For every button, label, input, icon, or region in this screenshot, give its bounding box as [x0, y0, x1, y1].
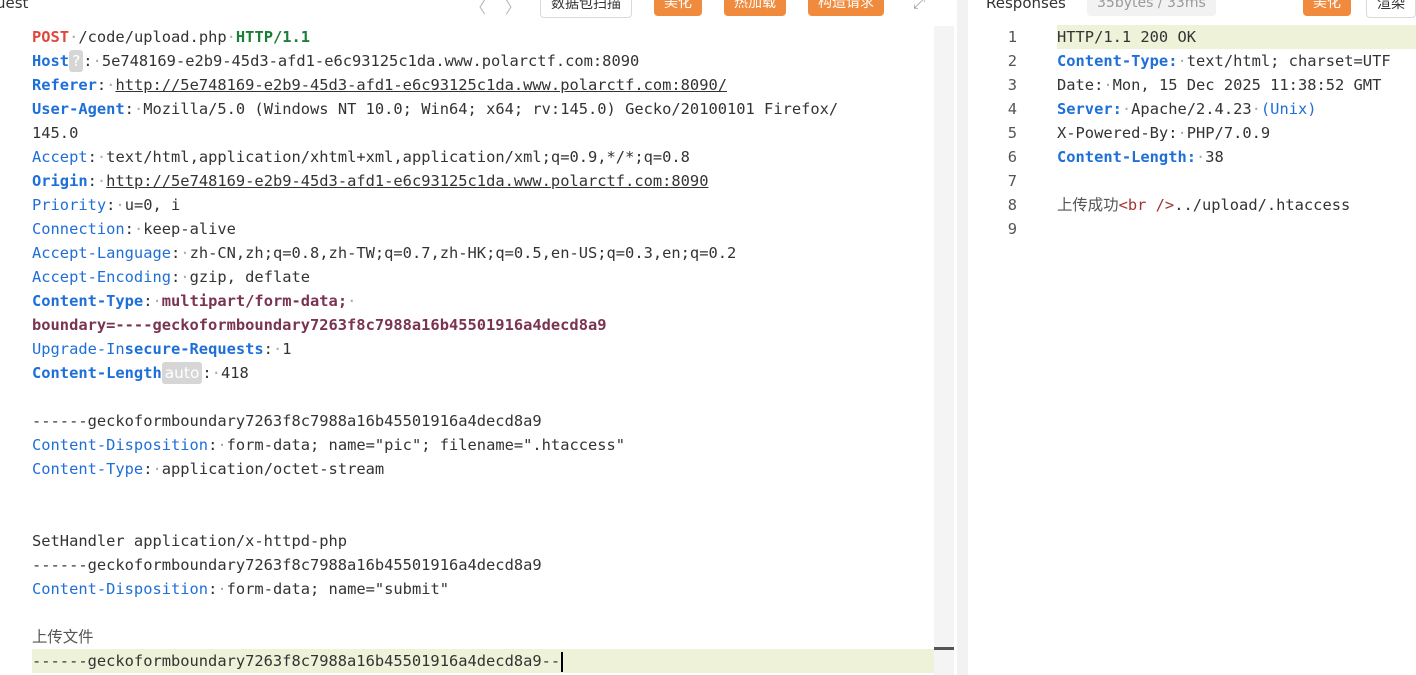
request-editor[interactable]: POST·/code/upload.php·HTTP/1.1 Host?:·5e… [32, 25, 954, 673]
construct-request-button[interactable]: 构造请求 [808, 0, 884, 16]
response-pane: Responses 35bytes / 33ms 美化 渲染 1 2 3 4 5 6 7 8 9… [968, 0, 1416, 675]
user-agent-header: User-Agent:·Mozilla/5.0 (Windows NT 10.0… [32, 100, 839, 118]
host-help-badge[interactable]: ? [69, 50, 84, 72]
content-length-header: Content-Length auto:·418 [32, 362, 249, 384]
request-scrollbar[interactable] [934, 26, 954, 675]
res-server: Server:·Apache/2.4.23·(Unix) [1057, 100, 1317, 118]
line-number-gutter: 1 2 3 4 5 6 7 8 9 [968, 25, 1028, 241]
res-body: 上传成功<br />../upload/.htaccess [1057, 196, 1351, 214]
referer-header: Referer:·http://5e748169-e2b9-45d3-afd1-… [32, 76, 727, 94]
res-content-type: Content-Type:·text/html; charset=UTF [1057, 52, 1391, 70]
user-agent-wrap: 145.0 [32, 124, 79, 142]
request-line: POST·/code/upload.php·HTTP/1.1 [32, 28, 311, 46]
response-title: Responses [986, 0, 1066, 12]
boundary-line: ------geckoformboundary7263f8c7988a16b45… [32, 412, 542, 430]
upgrade-insecure-header: Upgrade-Insecure-Requests:·1 [32, 340, 292, 358]
line-number: 7 [1007, 172, 1017, 190]
request-pane: uest 〈 〉 数据包扫描 美化 热加载 构造请求 ⤢ POST·/code/… [0, 0, 957, 675]
origin-header: Origin:·http://5e748169-e2b9-45d3-afd1-e… [32, 172, 709, 190]
line-number: 5 [1007, 124, 1017, 142]
expand-icon[interactable]: ⤢ [913, 0, 925, 12]
packet-scan-button[interactable]: 数据包扫描 [540, 0, 632, 18]
pane-divider[interactable] [957, 0, 968, 675]
content-disposition-line: Content-Disposition:·form-data; name="pi… [32, 436, 626, 454]
line-number: 3 [1007, 76, 1017, 94]
file-body-line: SetHandler application/x-httpd-php [32, 532, 348, 550]
request-toolbar: uest 〈 〉 数据包扫描 美化 热加载 构造请求 ⤢ [0, 0, 957, 18]
res-date: Date:·Mon, 15 Dec 2025 11:38:52 GMT [1057, 76, 1382, 94]
status-line: HTTP/1.1 200 OK [1057, 25, 1416, 49]
host-header: Host?:·5e748169-e2b9-45d3-afd1-e6c93125c… [32, 50, 640, 72]
response-beautify-button[interactable]: 美化 [1303, 0, 1351, 16]
auto-badge[interactable]: auto [161, 362, 203, 384]
priority-header: Priority:·u=0, i [32, 196, 181, 214]
response-toolbar: Responses 35bytes / 33ms 美化 渲染 [968, 0, 1416, 18]
response-viewer[interactable]: HTTP/1.1 200 OK Content-Type:·text/html;… [1057, 25, 1416, 241]
boundary-end-line: ------geckoformboundary7263f8c7988a16b45… [32, 649, 954, 673]
request-title: uest [0, 0, 29, 12]
beautify-button[interactable]: 美化 [654, 0, 702, 16]
origin-link[interactable]: http://5e748169-e2b9-45d3-afd1-e6c93125c… [106, 172, 708, 190]
upload-text-line: 上传文件 [32, 628, 94, 646]
line-number: 8 [1007, 196, 1017, 214]
accept-language-header: Accept-Language:·zh-CN,zh;q=0.8,zh-TW;q=… [32, 244, 737, 262]
referer-link[interactable]: http://5e748169-e2b9-45d3-afd1-e6c93125c… [115, 76, 727, 94]
accept-header: Accept:·text/html,application/xhtml+xml,… [32, 148, 690, 166]
line-number: 6 [1007, 148, 1017, 166]
render-button[interactable]: 渲染 [1366, 0, 1416, 18]
res-content-length: Content-Length:·38 [1057, 148, 1224, 166]
line-number: 2 [1007, 52, 1017, 70]
part-content-type-line: Content-Type:·application/octet-stream [32, 460, 385, 478]
connection-header: Connection:·keep-alive [32, 220, 236, 238]
accept-encoding-header: Accept-Encoding:·gzip, deflate [32, 268, 311, 286]
request-scrollbar-thumb[interactable] [934, 647, 954, 650]
content-disposition-line: Content-Disposition:·form-data; name="su… [32, 580, 450, 598]
line-number: 1 [1007, 28, 1017, 46]
res-powered-by: X-Powered-By:·PHP/7.0.9 [1057, 124, 1271, 142]
forward-arrow-icon[interactable]: 〉 [505, 0, 521, 18]
hot-load-button[interactable]: 热加载 [724, 0, 786, 16]
content-type-header: Content-Type:·multipart/form-data;· [32, 292, 357, 310]
content-type-boundary: boundary=----geckoformboundary7263f8c798… [32, 316, 607, 334]
response-size-badge: 35bytes / 33ms [1087, 0, 1216, 16]
line-number: 4 [1007, 100, 1017, 118]
boundary-line: ------geckoformboundary7263f8c7988a16b45… [32, 556, 542, 574]
back-arrow-icon[interactable]: 〈 [470, 0, 486, 18]
text-cursor [561, 651, 564, 672]
line-number: 9 [1007, 220, 1017, 238]
